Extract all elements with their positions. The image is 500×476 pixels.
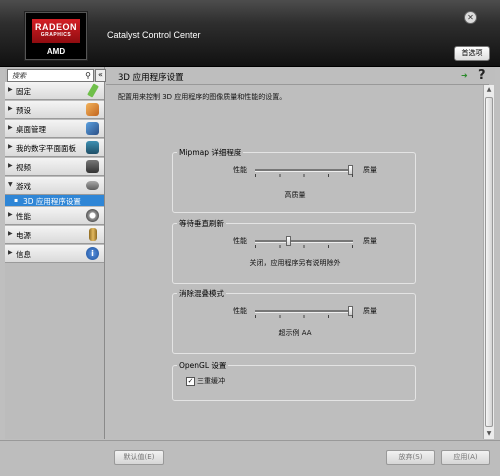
expand-arrow-icon: ▶ — [8, 249, 13, 256]
slider-right-label: 质量 — [363, 307, 377, 315]
slider-left-label: 性能 — [233, 237, 247, 245]
sidebar-item-label: 性能 — [16, 212, 31, 221]
catalyst-window: RADEON GRAPHICS AMD Catalyst Control Cen… — [0, 0, 500, 476]
mipmap-slider[interactable] — [255, 165, 353, 175]
title-bar: RADEON GRAPHICS AMD Catalyst Control Cen… — [0, 0, 500, 67]
pin-icon — [87, 83, 99, 98]
sidebar-item-performance[interactable]: ▶ 性能 — [5, 207, 104, 225]
sidebar-item-label: 预设 — [16, 106, 31, 115]
sidebar-item-label: 我的数字平面面板 — [16, 144, 76, 153]
slider-value-text: 高质量 — [284, 191, 306, 199]
antialiasing-mode-group: 消除混叠模式 性能 质量 超示例 AA — [172, 288, 416, 354]
expand-arrow-icon: ▶ — [8, 105, 13, 112]
slider-ticks — [255, 174, 353, 177]
group-title: Mipmap 详细程度 — [177, 147, 244, 158]
group-title: 等待垂直刷新 — [177, 218, 226, 229]
opengl-group: OpenGL 设置 ✓ 三重缓冲 — [172, 360, 416, 401]
sidebar-item-3d-app-settings[interactable]: ▪ 3D 应用程序设置 — [5, 195, 104, 206]
slider-ticks — [255, 315, 353, 318]
search-input[interactable]: 搜索 ⚲ — [7, 69, 94, 82]
sidebar-item-information[interactable]: ▶ 信息 i — [5, 245, 104, 263]
radeon-logo: RADEON GRAPHICS AMD — [25, 12, 87, 60]
bottom-bar: 默认值(E) 放弃(S) 应用(A) — [0, 440, 500, 476]
sidebar-item-label: 桌面管理 — [16, 125, 46, 134]
app-title: Catalyst Control Center — [107, 30, 201, 40]
triple-buffering-label: 三重缓冲 — [197, 377, 225, 385]
discard-button[interactable]: 放弃(S) — [386, 450, 435, 465]
group-title: OpenGL 设置 — [177, 360, 229, 371]
sidebar-item-label: 游戏 — [16, 182, 31, 191]
sidebar-item-label: 固定 — [16, 87, 31, 96]
logo-radeon-text: RADEON — [34, 22, 77, 32]
preferences-button[interactable]: 首选项 — [454, 46, 490, 61]
sidebar-item-video[interactable]: ▶ 视频 — [5, 158, 104, 176]
collapse-sidebar-button[interactable]: « — [95, 69, 106, 82]
expand-arrow-icon: ▶ — [8, 230, 13, 237]
slider-left-label: 性能 — [233, 166, 247, 174]
sidebar-item-label: 电源 — [16, 231, 31, 240]
presets-icon — [86, 103, 99, 116]
page-title: 3D 应用程序设置 — [118, 73, 184, 83]
expand-arrow-icon: ▶ — [8, 86, 13, 93]
expand-arrow-icon: ▶ — [8, 143, 13, 150]
amd-logo: AMD — [46, 47, 66, 56]
sidebar: 搜索 ⚲ « ▶ 固定 ▶ 预设 ▶ 桌面管理 ▶ 我的数字平面面板 ▶ 视频 — [5, 67, 106, 439]
scroll-up-icon[interactable]: ▲ — [484, 85, 494, 95]
search-placeholder: 搜索 — [12, 72, 26, 80]
sidebar-item-label: 信息 — [16, 250, 31, 259]
scroll-down-icon[interactable]: ▼ — [484, 429, 494, 439]
gauge-icon — [86, 209, 99, 222]
sidebar-item-presets[interactable]: ▶ 预设 — [5, 101, 104, 119]
triple-buffering-checkbox[interactable]: ✓ — [186, 377, 195, 386]
expand-arrow-icon: ▶ — [8, 211, 13, 218]
apply-button[interactable]: 应用(A) — [441, 450, 490, 465]
page-description: 配置用来控制 3D 应用程序的图像质量和性能的设置。 — [118, 93, 287, 101]
sidebar-item-label: 视频 — [16, 163, 31, 172]
desktop-management-icon — [86, 122, 99, 135]
vertical-scrollbar[interactable]: ▲ ▼ — [483, 85, 494, 439]
sidebar-item-power[interactable]: ▶ 电源 — [5, 226, 104, 244]
slider-ticks — [255, 245, 353, 248]
selected-marker-icon: ▪ — [14, 197, 19, 204]
mipmap-group: Mipmap 详细程度 性能 质量 高质量 — [172, 147, 416, 213]
video-icon — [86, 160, 99, 173]
slider-right-label: 质量 — [363, 237, 377, 245]
battery-icon — [89, 228, 97, 241]
slider-right-label: 质量 — [363, 166, 377, 174]
vsync-group: 等待垂直刷新 性能 质量 关闭，应用程序另有说明除外 — [172, 218, 416, 284]
defaults-button[interactable]: 默认值(E) — [114, 450, 164, 465]
title-divider — [106, 84, 489, 85]
antialiasing-slider[interactable] — [255, 306, 353, 316]
sidebar-item-desktop-management[interactable]: ▶ 桌面管理 — [5, 120, 104, 138]
flat-panel-icon — [86, 141, 99, 154]
gamepad-icon — [86, 181, 99, 190]
sidebar-item-flat-panel[interactable]: ▶ 我的数字平面面板 — [5, 139, 104, 157]
expand-arrow-icon: ▶ — [8, 162, 13, 169]
slider-value-text: 超示例 AA — [278, 329, 312, 337]
expand-arrow-icon: ▶ — [8, 124, 13, 131]
main-panel: 3D 应用程序设置 ➜ ? 配置用来控制 3D 应用程序的图像质量和性能的设置。… — [106, 67, 495, 439]
close-button[interactable]: ✕ — [464, 11, 477, 24]
search-icon: ⚲ — [85, 71, 91, 80]
sidebar-item-gaming[interactable]: ▼ 游戏 — [5, 177, 104, 195]
logo-graphics-text: GRAPHICS — [40, 32, 72, 38]
collapse-arrow-icon: ▼ — [8, 181, 13, 188]
pin-page-icon[interactable]: ➜ — [461, 71, 468, 80]
radeon-badge: RADEON GRAPHICS — [32, 19, 80, 43]
group-title: 消除混叠模式 — [177, 288, 226, 299]
sidebar-item-pin[interactable]: ▶ 固定 — [5, 82, 104, 100]
slider-value-text: 关闭，应用程序另有说明除外 — [249, 259, 341, 267]
slider-left-label: 性能 — [233, 307, 247, 315]
vsync-slider[interactable] — [255, 236, 353, 246]
scrollbar-thumb[interactable] — [485, 97, 493, 427]
help-icon[interactable]: ? — [478, 68, 486, 83]
info-icon: i — [86, 247, 99, 260]
sidebar-subitem-label: 3D 应用程序设置 — [23, 197, 81, 206]
